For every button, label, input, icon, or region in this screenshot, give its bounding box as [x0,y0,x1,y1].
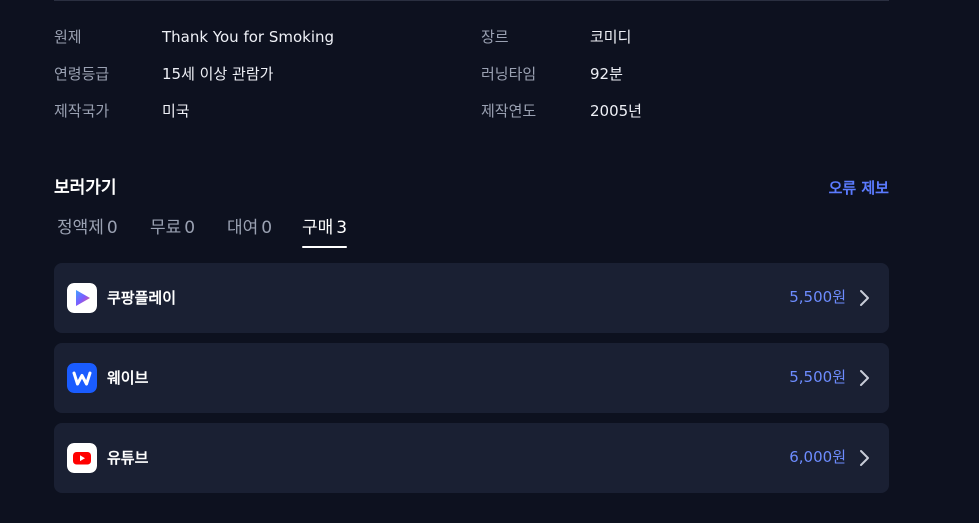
tab-label: 구매 [302,218,334,238]
running-time-value: 92분 [590,65,623,83]
provider-item-youtube[interactable]: 유튜브 6,000원 [54,423,889,493]
country-label: 제작국가 [54,102,110,120]
report-error-link[interactable]: 오류 제보 [829,174,889,202]
tab-count: 3 [336,218,348,238]
provider-name: 쿠팡플레이 [107,289,177,307]
running-time-label: 러닝타임 [481,65,537,83]
provider-item-wavve[interactable]: 웨이브 5,500원 [54,343,889,413]
tab-subscription[interactable]: 정액제 0 [57,214,118,244]
provider-price: 5,500원 [789,368,846,386]
tab-count: 0 [106,218,118,238]
youtube-icon [67,443,97,473]
info-row: 제작국가 미국 제작연도 2005년 [54,99,889,123]
tab-count: 0 [261,218,273,238]
info-row: 연령등급 15세 이상 관람가 러닝타임 92분 [54,62,889,86]
tab-rental[interactable]: 대여 0 [227,214,272,244]
watch-header: 보러가기 오류 제보 [54,174,889,202]
tab-label: 대여 [227,218,259,238]
provider-item-coupang-play[interactable]: 쿠팡플레이 5,500원 [54,263,889,333]
watch-section-title: 보러가기 [54,178,117,198]
age-rating-value: 15세 이상 관람가 [162,65,274,83]
tab-purchase[interactable]: 구매 3 [302,214,348,248]
original-title-value: Thank You for Smoking [162,28,335,46]
tab-free[interactable]: 무료 0 [150,214,195,244]
chevron-right-icon [860,450,869,466]
tab-label: 정액제 [57,218,104,238]
provider-price: 6,000원 [789,448,846,466]
original-title-label: 원제 [54,28,82,46]
tab-count: 0 [184,218,196,238]
chevron-right-icon [860,290,869,306]
genre-value: 코미디 [590,28,632,46]
tab-label: 무료 [150,218,182,238]
genre-label: 장르 [481,28,509,46]
info-grid: 원제 Thank You for Smoking 장르 코미디 연령등급 15세… [54,1,889,131]
provider-name: 유튜브 [107,449,149,467]
info-row: 원제 Thank You for Smoking 장르 코미디 [54,25,889,49]
detail-panel: 원제 Thank You for Smoking 장르 코미디 연령등급 15세… [54,0,889,493]
wavve-icon [67,363,97,393]
coupang-play-icon [67,283,97,313]
watch-tabs: 정액제 0 무료 0 대여 0 구매 3 [54,214,889,250]
provider-price: 5,500원 [789,288,846,306]
age-rating-label: 연령등급 [54,65,110,83]
year-label: 제작연도 [481,102,537,120]
year-value: 2005년 [590,102,642,120]
provider-name: 웨이브 [107,369,149,387]
country-value: 미국 [162,102,190,120]
chevron-right-icon [860,370,869,386]
provider-list: 쿠팡플레이 5,500원 웨이브 5,500원 유튜브 6,000원 [54,263,889,503]
